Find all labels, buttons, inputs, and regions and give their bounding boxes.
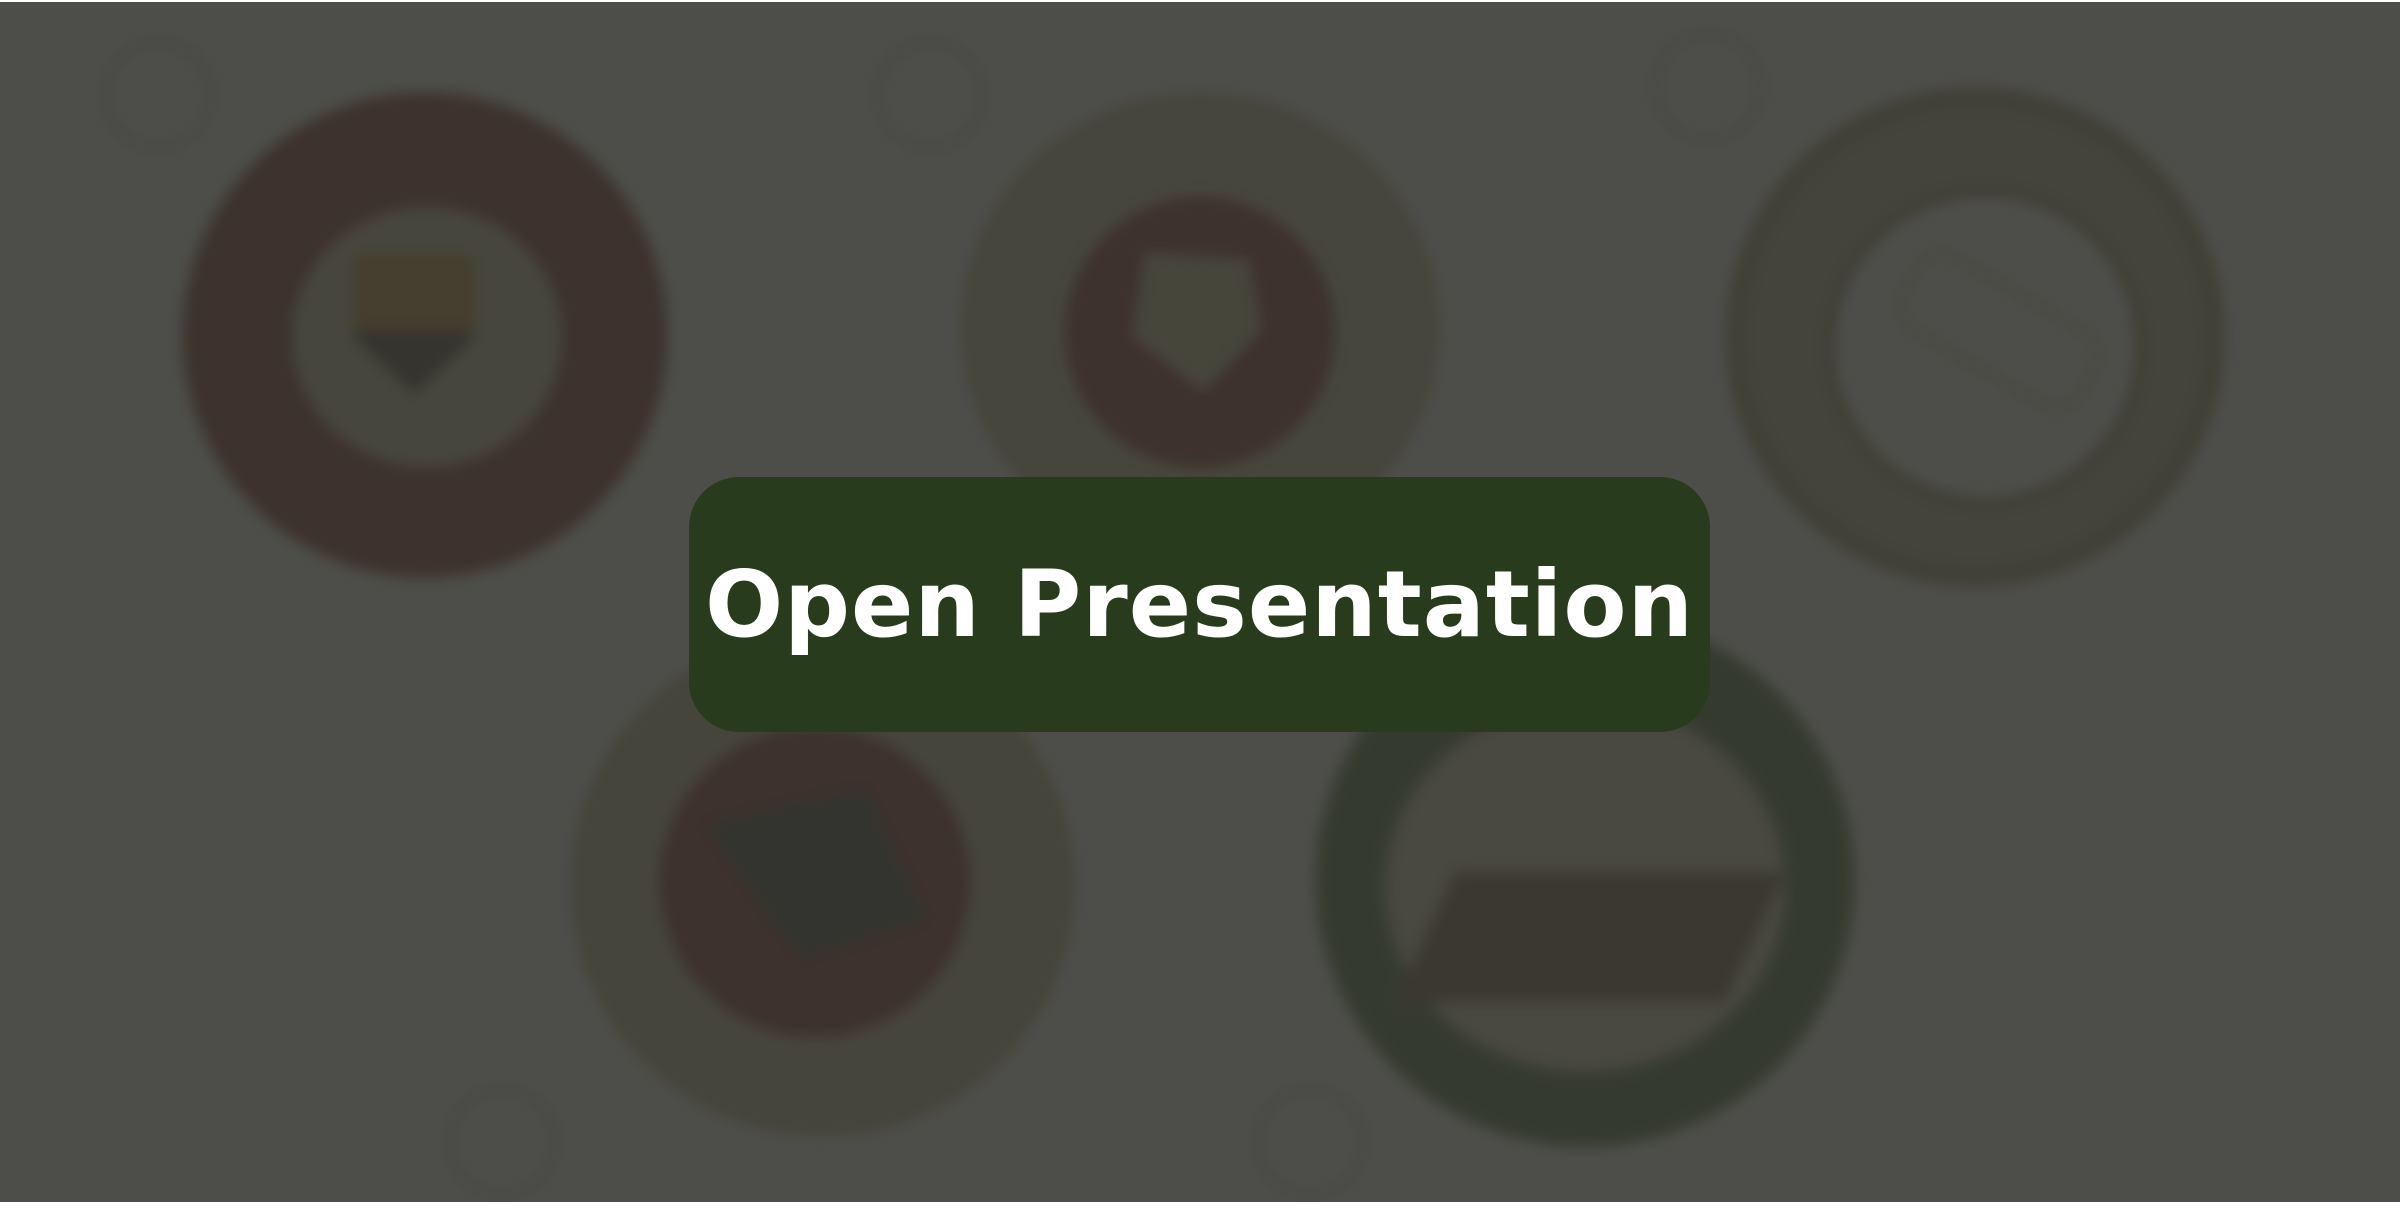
open-presentation-label: Open Presentation: [704, 551, 1695, 658]
open-presentation-button[interactable]: Open Presentation: [689, 477, 1710, 732]
presentation-preview: Open Presentation: [0, 2, 2400, 1202]
